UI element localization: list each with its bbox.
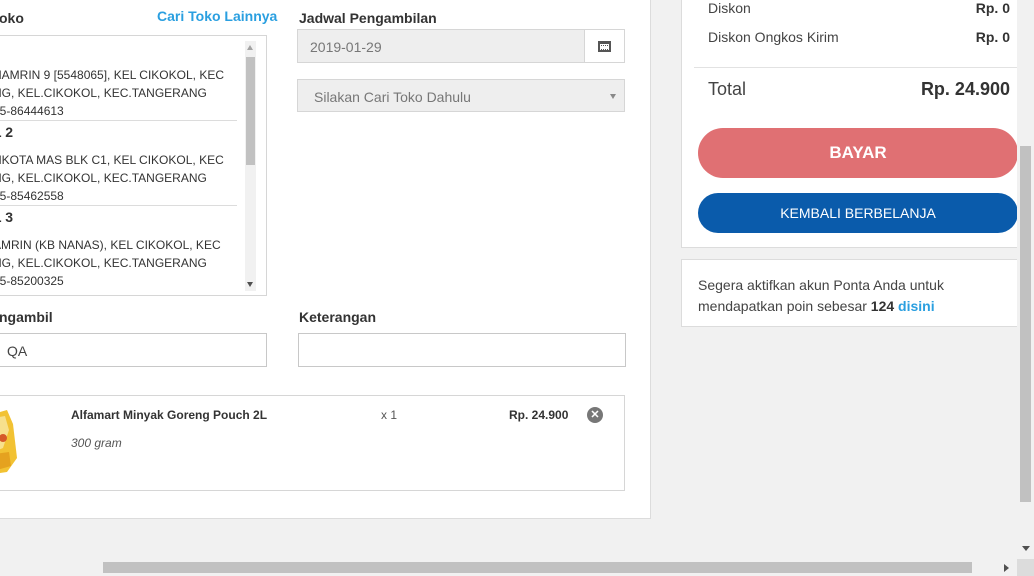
page-vertical-scroll-thumb[interactable]: [1020, 146, 1031, 502]
store-label: oko: [0, 10, 24, 26]
store-phone: 15-85462558: [0, 189, 64, 203]
picker-label: ngambil: [0, 309, 53, 325]
product-row: Alfamart Minyak Goreng Pouch 2L 300 gram…: [0, 395, 625, 491]
other-store-link[interactable]: Cari Toko Lainnya: [157, 8, 277, 24]
ponta-points: 124: [870, 298, 895, 314]
store-name: L 3: [0, 209, 13, 225]
ponta-line1: Segera aktifkan akun Ponta Anda untuk: [698, 277, 944, 293]
picker-name-input[interactable]: QA: [0, 333, 267, 367]
store-list[interactable]: - HAMRIN 9 [5548065], KEL CIKOKOL, KEC N…: [0, 35, 267, 296]
notes-input[interactable]: [298, 333, 626, 367]
store-select[interactable]: Silakan Cari Toko Dahulu: [297, 79, 625, 112]
store-list-scroll-thumb[interactable]: [246, 57, 255, 165]
store-address: HKOTA MAS BLK C1, KEL CIKOKOL, KEC: [0, 153, 224, 167]
notes-label: Keterangan: [299, 309, 377, 325]
schedule-label: Jadwal Pengambilan: [299, 10, 437, 26]
page-horizontal-scroll-thumb[interactable]: [103, 562, 972, 573]
summary-divider: [694, 67, 1022, 68]
store-select-value: Silakan Cari Toko Dahulu: [314, 89, 471, 105]
product-quantity: x 1: [381, 408, 398, 422]
chevron-down-icon: [610, 94, 616, 99]
ponta-message: Segera aktifkan akun Ponta Anda untuk me…: [698, 275, 944, 317]
store-address: HAMRIN 9 [5548065], KEL CIKOKOL, KEC: [0, 68, 224, 82]
discount-label: Diskon: [708, 0, 751, 16]
order-summary-panel: Diskon Rp. 0 Diskon Ongkos Kirim Rp. 0 T…: [681, 0, 1022, 248]
ponta-line2: mendapatkan poin sebesar: [698, 298, 867, 314]
page-vertical-scrollbar[interactable]: [1017, 0, 1034, 559]
ponta-link[interactable]: disini: [898, 298, 935, 314]
page-horizontal-scrollbar[interactable]: [0, 559, 1034, 576]
product-price: Rp. 24.900: [509, 408, 569, 422]
discount-value: Rp. 0: [975, 0, 1010, 16]
scroll-up-icon[interactable]: [247, 45, 253, 50]
calendar-icon: [598, 41, 611, 52]
store-item[interactable]: - HAMRIN 9 [5548065], KEL CIKOKOL, KEC N…: [0, 36, 237, 121]
back-to-shopping-button[interactable]: KEMBALI BERBELANJA: [698, 193, 1018, 233]
schedule-date-value: 2019-01-29: [310, 39, 382, 55]
store-phone: 15-86444613: [0, 104, 64, 118]
product-weight: 300 gram: [71, 436, 122, 450]
shipping-discount-label: Diskon Ongkos Kirim: [708, 29, 839, 45]
picker-name-value: QA: [7, 343, 28, 359]
shipping-discount-value: Rp. 0: [975, 29, 1010, 45]
schedule-date-field[interactable]: 2019-01-29: [297, 29, 625, 63]
pickup-panel: oko Cari Toko Lainnya - HAMRIN 9 [554806…: [0, 0, 651, 519]
scroll-right-icon[interactable]: [1004, 564, 1009, 572]
total-value: Rp. 24.900: [920, 79, 1010, 99]
product-image: [0, 408, 17, 474]
store-address-line2: NG, KEL.CIKOKOL, KEC.TANGERANG: [0, 171, 207, 185]
store-address-line2: NG, KEL.CIKOKOL, KEC.TANGERANG: [0, 256, 207, 270]
scrollbar-corner: [1017, 559, 1034, 576]
store-name: L 2: [0, 124, 13, 140]
product-name: Alfamart Minyak Goreng Pouch 2L: [71, 408, 268, 422]
scroll-down-icon[interactable]: [1022, 546, 1030, 551]
scroll-down-icon[interactable]: [247, 282, 253, 287]
store-list-scrollbar[interactable]: [245, 41, 256, 291]
ponta-panel: Segera aktifkan akun Ponta Anda untuk me…: [681, 259, 1021, 327]
total-label: Total: [708, 79, 747, 99]
calendar-button[interactable]: [584, 30, 624, 62]
store-address: AMRIN (KB NANAS), KEL CIKOKOL, KEC: [0, 238, 221, 252]
remove-item-icon[interactable]: ✕: [587, 407, 603, 423]
store-item[interactable]: L 2 HKOTA MAS BLK C1, KEL CIKOKOL, KEC N…: [0, 121, 237, 206]
store-item[interactable]: L 3 AMRIN (KB NANAS), KEL CIKOKOL, KEC N…: [0, 206, 237, 291]
store-address-line2: NG, KEL.CIKOKOL, KEC.TANGERANG: [0, 86, 207, 100]
pay-button[interactable]: BAYAR: [698, 128, 1018, 178]
store-phone: 15-85200325: [0, 274, 64, 288]
